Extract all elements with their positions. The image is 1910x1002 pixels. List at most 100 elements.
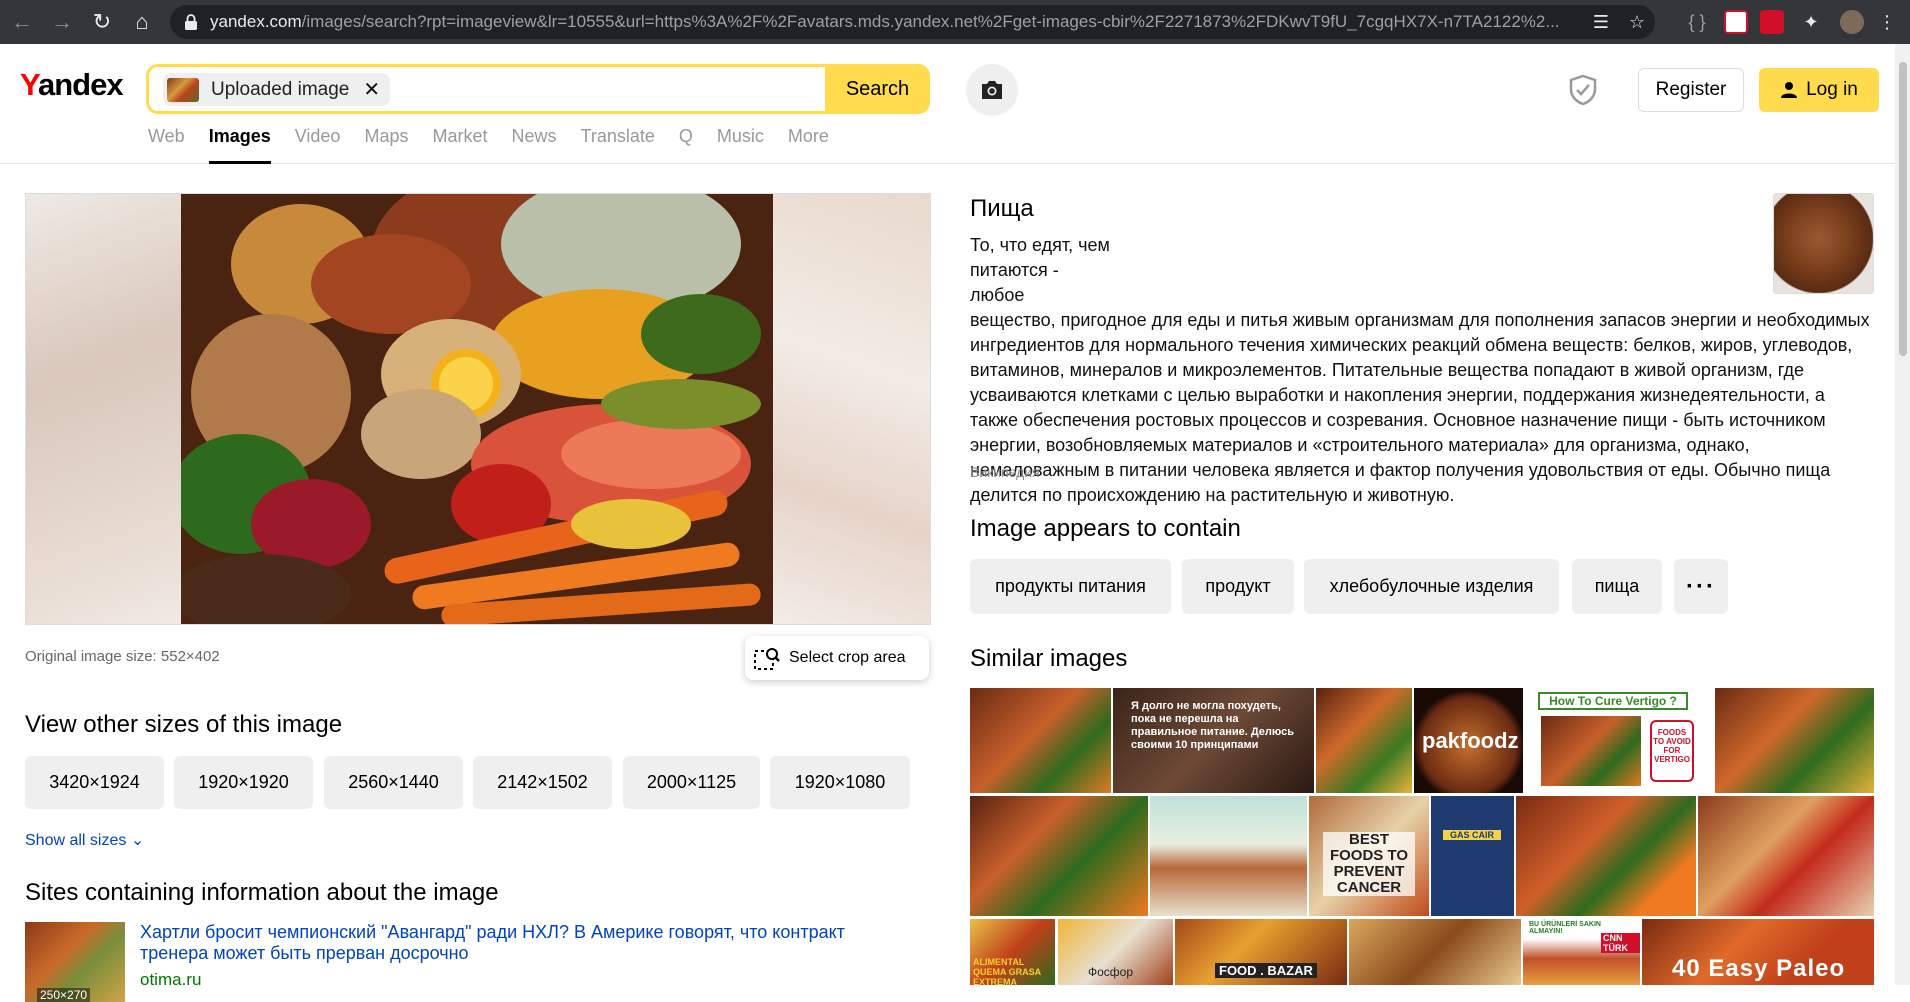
wiki-source-link[interactable]: Википедия [970,464,1040,480]
address-bar[interactable]: yandex.com/images/search?rpt=imageview&l… [170,5,1655,39]
site-thumbnail[interactable]: 250×270 [25,922,125,1002]
tab-market[interactable]: Market [432,126,487,164]
similar-image-caption: CNN TÜRK [1601,933,1640,953]
similar-image[interactable]: FOOD . BAZAR [1175,919,1347,985]
similar-image[interactable]: How To Cure Vertigo ? FOODS TO AVOID FOR… [1525,688,1713,793]
similar-image[interactable] [1349,919,1521,985]
forward-icon[interactable]: → [44,4,80,40]
chevron-down-icon: ⌄ [130,832,145,849]
extension-pdf-icon[interactable] [1760,10,1784,34]
similar-image[interactable]: Фосфор [1058,919,1173,985]
similar-image[interactable]: 40 Easy Paleo [1642,919,1874,985]
similar-image[interactable] [1316,688,1412,793]
similar-image-caption: BEST FOODS TO PREVENT CANCER [1323,832,1415,896]
tab-web[interactable]: Web [148,126,185,164]
translate-icon[interactable]: ☰ [1590,12,1612,32]
search-button[interactable]: Search [825,64,930,114]
size-button[interactable]: 3420×1924 [25,756,164,809]
similar-image-inner-photo [1541,716,1641,786]
uploaded-photo [181,194,773,624]
chip-label: Uploaded image [211,78,350,100]
similar-image-caption: ALIMENTAL QUEMA GRASA EXTREMA [973,957,1041,985]
extensions-puzzle-icon[interactable]: ✦ [1800,12,1822,32]
sites-heading: Sites containing information about the i… [25,879,499,906]
tab-more[interactable]: More [788,126,829,164]
more-tags-button[interactable]: ··· [1674,559,1728,614]
show-all-sizes-link[interactable]: Show all sizes ⌄ [25,830,144,850]
site-result-domain[interactable]: otima.ru [140,970,201,990]
extension-braces-icon[interactable]: { } [1686,12,1708,32]
other-sizes-heading: View other sizes of this image [25,711,343,738]
tag-chip[interactable]: продукты питания [970,559,1171,614]
similar-image-caption: FOOD . BAZAR [1215,963,1317,978]
similar-image[interactable]: pakfoodz [1414,688,1523,793]
site-thumbnail-size: 250×270 [37,988,91,1002]
wiki-title[interactable]: Пища [970,195,1034,223]
similar-image[interactable]: BU ÜRÜNLERİ SAKIN ALMAYIN! CNN TÜRK [1523,919,1640,985]
similar-image[interactable] [1516,796,1696,916]
register-button[interactable]: Register [1638,68,1744,112]
similar-image-caption: pakfoodz [1422,728,1519,753]
scrollbar-thumb[interactable] [1899,62,1907,356]
tag-chip[interactable]: хлебобулочные изделия [1304,559,1559,614]
similar-image-caption: Я долго не могла похудеть, пока не переш… [1131,700,1295,751]
lock-icon [185,14,197,30]
size-button[interactable]: 2560×1440 [324,756,463,809]
tab-images[interactable]: Images [208,126,271,164]
image-preview [25,193,931,625]
shield-icon[interactable] [1568,74,1598,106]
tab-music[interactable]: Music [717,126,764,164]
similar-image-caption: FOODS TO AVOID FOR VERTIGO [1650,720,1694,782]
tab-video[interactable]: Video [295,126,341,164]
tab-q[interactable]: Q [679,126,693,164]
size-button[interactable]: 1920×1080 [770,756,910,809]
back-icon[interactable]: ← [4,4,40,40]
contains-heading: Image appears to contain [970,515,1241,542]
service-tabs: Web Images Video Maps Market News Transl… [148,126,853,164]
url-text: yandex.com/images/search?rpt=imageview&l… [210,12,1560,31]
home-icon[interactable]: ⌂ [124,4,160,40]
tab-translate[interactable]: Translate [581,126,655,164]
wiki-description: То, что едят, чем питаются - любое вещес… [970,233,1870,505]
tab-news[interactable]: News [511,126,556,164]
similar-image[interactable]: GAS CAIR [1431,796,1514,916]
search-box[interactable]: Uploaded image ✕ Search [146,64,930,114]
similar-image[interactable]: Я долго не могла похудеть, пока не переш… [1113,688,1314,793]
uploaded-image-chip[interactable]: Uploaded image ✕ [163,73,391,106]
similar-image[interactable] [1698,796,1874,916]
size-button[interactable]: 2142×1502 [473,756,612,809]
menu-dots-icon[interactable]: ⋮ [1878,12,1896,32]
site-result-title[interactable]: Хартли бросит чемпионский "Авангард" рад… [140,922,900,964]
camera-icon [982,81,1002,99]
size-button[interactable]: 1920×1920 [174,756,313,809]
tab-maps[interactable]: Maps [364,126,408,164]
user-icon [1781,82,1798,98]
tag-chip[interactable]: пища [1572,559,1662,614]
crop-icon [754,648,780,670]
wiki-text-float-spacer [1110,233,1870,308]
similar-image[interactable] [1715,688,1874,793]
login-button[interactable]: Log in [1759,68,1879,112]
similar-image[interactable]: ALIMENTAL QUEMA GRASA EXTREMA [970,919,1055,985]
preview-blur-left [26,194,181,624]
site-header: Yandex Uploaded image ✕ Search Register … [0,44,1910,164]
size-button[interactable]: 2000×1125 [623,756,760,809]
remove-image-icon[interactable]: ✕ [363,77,380,102]
similar-image[interactable] [1150,796,1307,916]
crop-label: Select crop area [789,649,906,666]
bookmark-star-icon[interactable]: ☆ [1626,12,1648,32]
original-image-size: Original image size: 552×402 [25,648,220,665]
similar-image[interactable]: BEST FOODS TO PREVENT CANCER [1309,796,1429,916]
yandex-logo[interactable]: Yandex [20,67,124,103]
similar-image-caption: 40 Easy Paleo [1672,955,1846,982]
tag-chip[interactable]: продукт [1182,559,1294,614]
similar-image[interactable] [970,796,1148,916]
select-crop-area-button[interactable]: Select crop area [745,636,929,680]
camera-search-button[interactable] [966,64,1018,116]
extension-pocket-icon[interactable] [1724,10,1748,34]
uploaded-image-thumbnail [167,77,199,102]
similar-image[interactable] [970,688,1111,793]
profile-avatar[interactable] [1840,10,1864,34]
reload-icon[interactable]: ↻ [84,4,120,40]
preview-blur-right [773,194,930,624]
